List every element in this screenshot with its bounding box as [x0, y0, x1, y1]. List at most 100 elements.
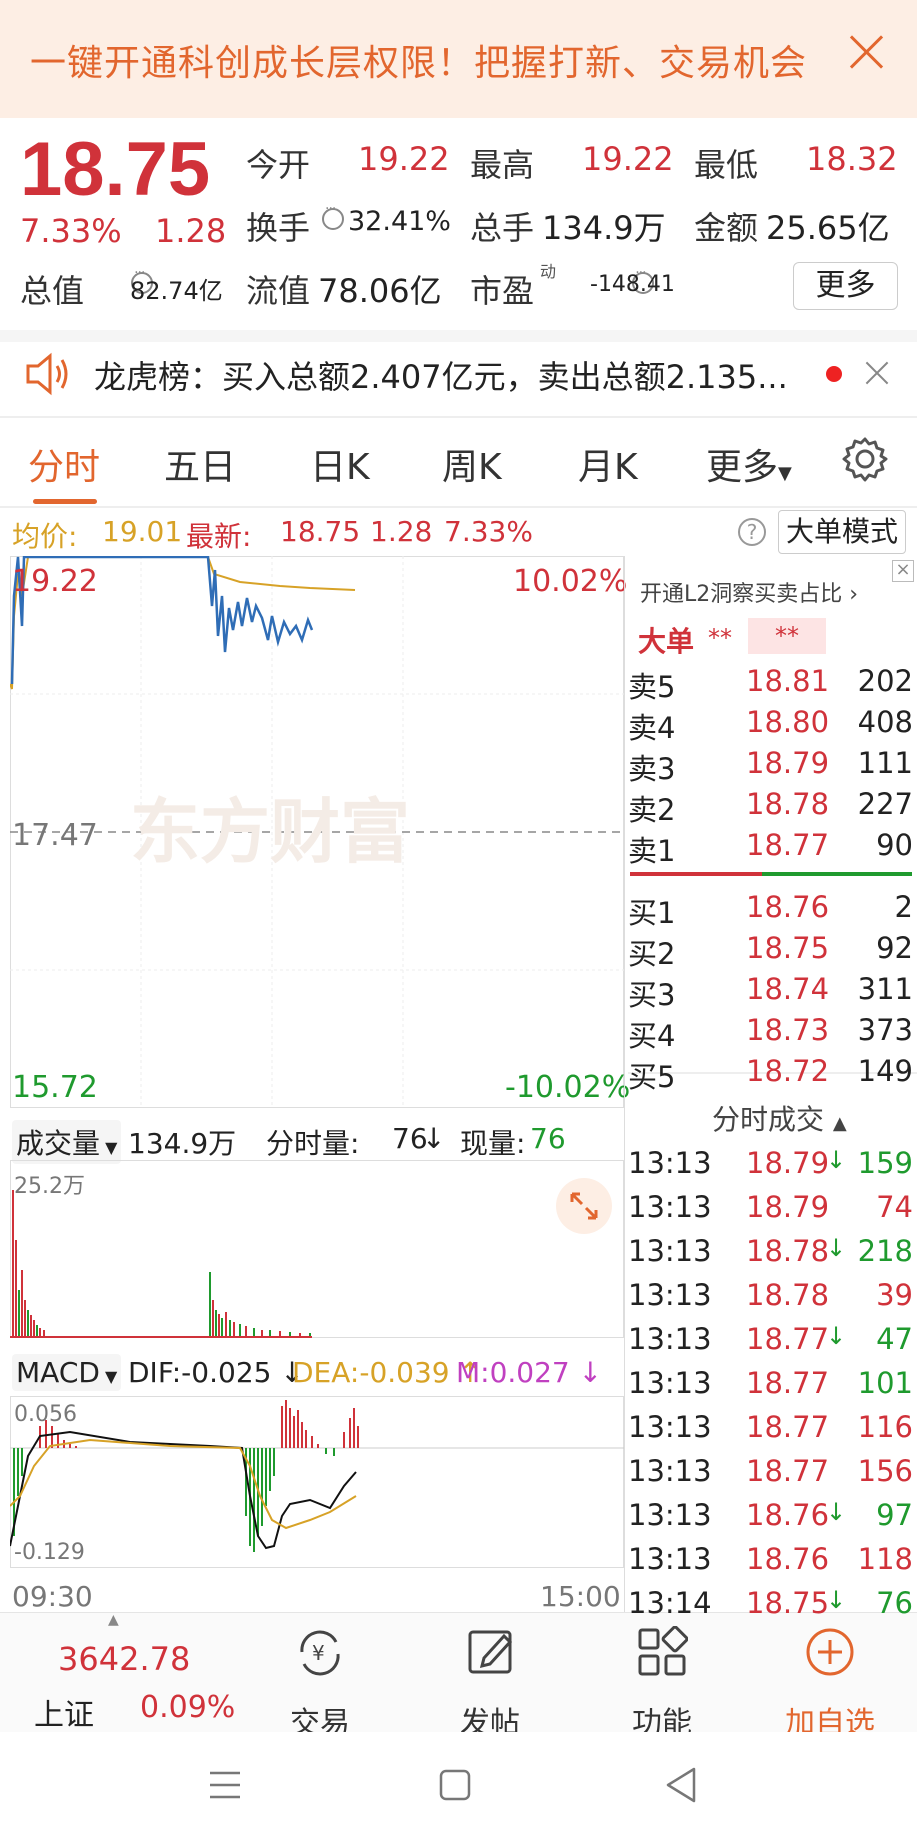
tick-row: 13:13 18.77 101 [628, 1366, 913, 1406]
ask-price: 18.77 [746, 828, 830, 862]
volume-value: 134.9万 [542, 209, 666, 247]
tick-price: 18.75 [746, 1586, 830, 1620]
ask-volume: 90 [876, 828, 913, 862]
volume-selector[interactable]: 成交量 ▼ [12, 1120, 122, 1164]
macd-axis-bottom: -0.129 [14, 1540, 85, 1565]
chart-top-percent: 10.02% [513, 564, 628, 599]
tick-row: 13:14 18.75 ↓ 76 [628, 1586, 913, 1626]
now-volume-value: 76 [530, 1122, 566, 1155]
tick-price: 18.77 [746, 1410, 830, 1444]
macd-dea: DEA:-0.039 ↑ [292, 1356, 482, 1389]
latest-label: 最新: [186, 520, 252, 553]
functions-icon[interactable] [636, 1626, 688, 1678]
dropdown-arrow-icon: ▼ [99, 1367, 118, 1386]
index-value[interactable]: 3642.78 [58, 1640, 190, 1678]
home-icon[interactable] [438, 1768, 472, 1802]
ask-level-label: 卖2 [628, 793, 676, 827]
speaker-icon [26, 352, 68, 396]
tab-monthly-k[interactable]: 月K [578, 438, 638, 490]
info-icon[interactable] [322, 201, 344, 230]
sort-up-icon: ▲ [832, 1113, 847, 1134]
bid-price: 18.76 [746, 890, 830, 924]
bid-row: 买3 18.74 311 [628, 972, 913, 1012]
latest-percent: 7.33% [444, 515, 533, 548]
unread-dot [826, 366, 842, 382]
dragon-tiger-bar[interactable]: 龙虎榜：买入总额2.407亿元，卖出总额2.135... [0, 338, 917, 418]
trade-icon[interactable]: ¥ [292, 1626, 348, 1680]
index-percent[interactable]: 0.09% [140, 1690, 235, 1725]
volume-total: 134.9万 [128, 1127, 237, 1160]
help-icon[interactable]: ? [738, 518, 766, 546]
low-value: 18.32 [806, 140, 898, 178]
bid-volume: 2 [894, 890, 913, 924]
tick-volume: 39 [876, 1278, 913, 1312]
tab-daily-k[interactable]: 日K [310, 438, 370, 490]
chevron-right-icon: › [849, 582, 859, 607]
macd-m: M:0.027 ↓ [456, 1356, 603, 1389]
tab-weekly-k[interactable]: 周K [442, 438, 502, 490]
promo-banner-text[interactable]: 一键开通科创成长层权限！把握打新、交易机会 [30, 34, 807, 86]
add-watchlist-icon[interactable] [804, 1626, 856, 1678]
promo-banner[interactable]: 一键开通科创成长层权限！把握打新、交易机会 [0, 0, 917, 118]
bid-volume: 311 [857, 972, 913, 1006]
chart-bottom-percent: -10.02% [505, 1070, 631, 1105]
l2-upsell-link[interactable]: 开通L2洞察买卖占比 › [640, 576, 858, 608]
macd-dif-value: DIF:-0.025 [128, 1356, 272, 1389]
ask-volume: 111 [857, 746, 913, 780]
pe-sup: 动 [540, 262, 557, 281]
post-icon[interactable] [466, 1626, 518, 1678]
float-label: 流值 [246, 272, 311, 310]
tab-more[interactable]: 更多▼ [706, 438, 792, 490]
current-price: 18.75 [20, 127, 211, 212]
now-volume-label: 现量: [460, 1127, 526, 1160]
big-order-value-b: ** [748, 618, 826, 654]
tick-row: 13:13 18.76 118 [628, 1542, 913, 1582]
tick-volume: 101 [857, 1366, 913, 1400]
bid-price: 18.74 [746, 972, 830, 1006]
pe-label: 市盈 [470, 272, 535, 310]
tick-row: 13:13 18.77 ↓ 47 [628, 1322, 913, 1362]
macd-dea-value: DEA:-0.039 [292, 1356, 450, 1389]
ask-row: 卖2 18.78 227 [628, 787, 913, 827]
bid-row: 买5 18.72 149 [628, 1054, 913, 1094]
big-order-mode-button[interactable]: 大单模式 [778, 510, 906, 554]
menu-icon[interactable] [208, 1770, 242, 1800]
bid-ratio-bar [762, 872, 912, 876]
tick-volume: 116 [857, 1410, 913, 1444]
expand-icon[interactable] [556, 1178, 612, 1234]
active-tab-indicator [33, 499, 97, 504]
tick-volume: 156 [857, 1454, 913, 1488]
macd-chart-svg [10, 1400, 624, 1552]
avg-price-label: 均价: [12, 520, 78, 553]
tick-price: 18.79 [746, 1146, 830, 1180]
index-name[interactable]: 上证 [34, 1690, 94, 1734]
tick-time: 13:13 [628, 1454, 712, 1488]
bid-price: 18.75 [746, 931, 830, 965]
tick-row: 13:13 18.77 156 [628, 1454, 913, 1494]
close-icon[interactable] [862, 358, 892, 388]
tick-trades-header[interactable]: 分时成交 ▲ [712, 1098, 847, 1138]
tab-intraday[interactable]: 分时 [28, 438, 100, 490]
ask-row: 卖3 18.79 111 [628, 746, 913, 786]
settings-gear-icon[interactable] [842, 436, 888, 482]
chart-top-price: 19.22 [12, 564, 98, 599]
tick-volume: 74 [876, 1190, 913, 1224]
more-button[interactable]: 更多 [793, 262, 898, 310]
close-icon[interactable]: × [892, 560, 914, 582]
divider [0, 416, 917, 418]
back-icon[interactable] [664, 1766, 698, 1804]
tick-time: 13:13 [628, 1322, 712, 1356]
tick-price: 18.77 [746, 1454, 830, 1488]
ask-level-label: 卖1 [628, 834, 676, 868]
close-icon[interactable] [845, 30, 889, 74]
macd-selector[interactable]: MACD ▼ [12, 1354, 122, 1391]
tick-time: 13:13 [628, 1366, 712, 1400]
macd-selector-label: MACD [16, 1356, 100, 1389]
dragon-tiger-text[interactable]: 龙虎榜：买入总额2.407亿元，卖出总额2.135... [94, 352, 788, 398]
open-value: 19.22 [358, 140, 450, 178]
tab-five-day[interactable]: 五日 [164, 438, 236, 490]
tick-price: 18.76 [746, 1542, 830, 1576]
macd-axis-top: 0.056 [14, 1402, 77, 1427]
bid-volume: 149 [857, 1054, 913, 1088]
tick-row: 13:13 18.78 ↓ 218 [628, 1234, 913, 1274]
